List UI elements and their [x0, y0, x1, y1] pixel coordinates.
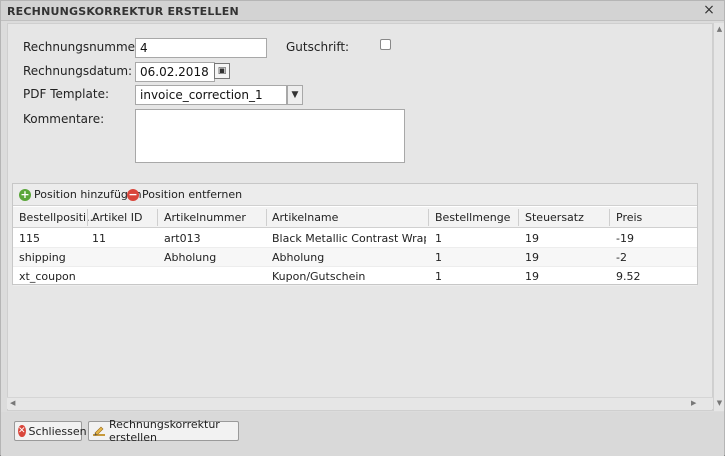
- col-steuersatz[interactable]: Steuersatz: [525, 211, 584, 224]
- invoice-correction-dialog: RECHNUNGSKORREKTUR ERSTELLEN × Rechnungs…: [0, 0, 725, 456]
- dialog-footer: ✕ Schliessen Rechnungskorrektur erstelle…: [1, 412, 724, 456]
- cell-steuersatz: 19: [525, 251, 539, 264]
- add-icon: +: [19, 187, 31, 201]
- kommentare-textarea[interactable]: [135, 109, 405, 163]
- chevron-down-icon[interactable]: ▼: [287, 85, 303, 105]
- cell-artikelname: Kupon/Gutschein: [272, 270, 366, 283]
- close-button[interactable]: ✕ Schliessen: [14, 421, 87, 441]
- col-artikelname[interactable]: Artikelname: [272, 211, 338, 224]
- cell-bestellposition: 115: [19, 232, 40, 245]
- rechnungsnummer-input[interactable]: 4: [135, 38, 267, 58]
- cell-artikelnummer: art013: [164, 232, 201, 245]
- scroll-left-icon[interactable]: ◀: [10, 399, 15, 407]
- cell-bestellposition: shipping: [19, 251, 66, 264]
- create-correction-button[interactable]: Rechnungskorrektur erstellen: [88, 418, 239, 444]
- add-position-label: Position hinzufügen: [34, 188, 142, 201]
- cell-preis: 9.52: [616, 270, 641, 283]
- pdf-template-select[interactable]: invoice_correction_1: [135, 85, 287, 105]
- remove-icon: −: [127, 187, 139, 201]
- col-bestellmenge[interactable]: Bestellmenge: [435, 211, 510, 224]
- cell-bestellmenge: 1: [435, 232, 442, 245]
- remove-position-label: Position entfernen: [142, 188, 243, 201]
- add-position-button[interactable]: + Position hinzufügen: [19, 188, 142, 201]
- cell-artikelname: Abholung: [272, 251, 325, 264]
- cell-bestellmenge: 1: [435, 270, 442, 283]
- calendar-icon[interactable]: ▣: [214, 63, 230, 79]
- cell-artikelnummer: Abholung: [164, 251, 217, 264]
- cell-bestellposition: xt_coupon: [19, 270, 76, 283]
- rechnungsdatum-input[interactable]: 06.02.2018: [135, 62, 215, 82]
- dialog-title: RECHNUNGSKORREKTUR ERSTELLEN: [7, 5, 239, 18]
- rechnungsnummer-label: Rechnungsnummer:: [23, 40, 144, 54]
- cell-artikel-id: 11: [92, 232, 106, 245]
- table-row[interactable]: shipping Abholung Abholung 1 19 -2: [13, 248, 697, 267]
- cell-steuersatz: 19: [525, 270, 539, 283]
- gutschrift-label: Gutschrift:: [286, 40, 350, 54]
- close-button-label: Schliessen: [28, 424, 87, 438]
- horizontal-scrollbar[interactable]: ◀ ▶: [7, 397, 713, 409]
- edit-pencil-icon: [92, 425, 106, 437]
- cell-artikelname: Black Metallic Contrast Wrap Pl...: [272, 232, 426, 245]
- close-icon[interactable]: ×: [702, 3, 716, 18]
- dialog-titlebar[interactable]: RECHNUNGSKORREKTUR ERSTELLEN ×: [1, 1, 724, 21]
- cell-preis: -2: [616, 251, 627, 264]
- scroll-down-icon[interactable]: ▼: [715, 399, 724, 408]
- col-bestellposition[interactable]: Bestellpositi...: [19, 211, 97, 224]
- col-artikel-id[interactable]: Artikel ID: [92, 211, 142, 224]
- cell-preis: -19: [616, 232, 634, 245]
- rechnungsdatum-label: Rechnungsdatum:: [23, 64, 133, 78]
- col-artikelnummer[interactable]: Artikelnummer: [164, 211, 246, 224]
- positions-grid: + Position hinzufügen − Position entfern…: [12, 183, 698, 286]
- col-preis[interactable]: Preis: [616, 211, 642, 224]
- grid-header: Bestellpositi... Artikel ID Artikelnumme…: [13, 207, 697, 228]
- remove-position-button[interactable]: − Position entfernen: [127, 188, 242, 201]
- scroll-up-icon[interactable]: ▲: [715, 25, 724, 34]
- grid-toolbar: + Position hinzufügen − Position entfern…: [13, 184, 697, 206]
- create-correction-label: Rechnungskorrektur erstellen: [109, 418, 220, 444]
- cell-steuersatz: 19: [525, 232, 539, 245]
- table-row[interactable]: 115 11 art013 Black Metallic Contrast Wr…: [13, 229, 697, 248]
- vertical-scrollbar[interactable]: ▲ ▼: [713, 23, 724, 411]
- pdf-template-label: PDF Template:: [23, 87, 109, 101]
- table-row[interactable]: xt_coupon Kupon/Gutschein 1 19 9.52: [13, 267, 697, 286]
- kommentare-label: Kommentare:: [23, 112, 105, 126]
- close-circle-icon: ✕: [18, 425, 26, 437]
- cell-bestellmenge: 1: [435, 251, 442, 264]
- scroll-right-icon[interactable]: ▶: [691, 399, 696, 407]
- gutschrift-checkbox[interactable]: [380, 39, 391, 50]
